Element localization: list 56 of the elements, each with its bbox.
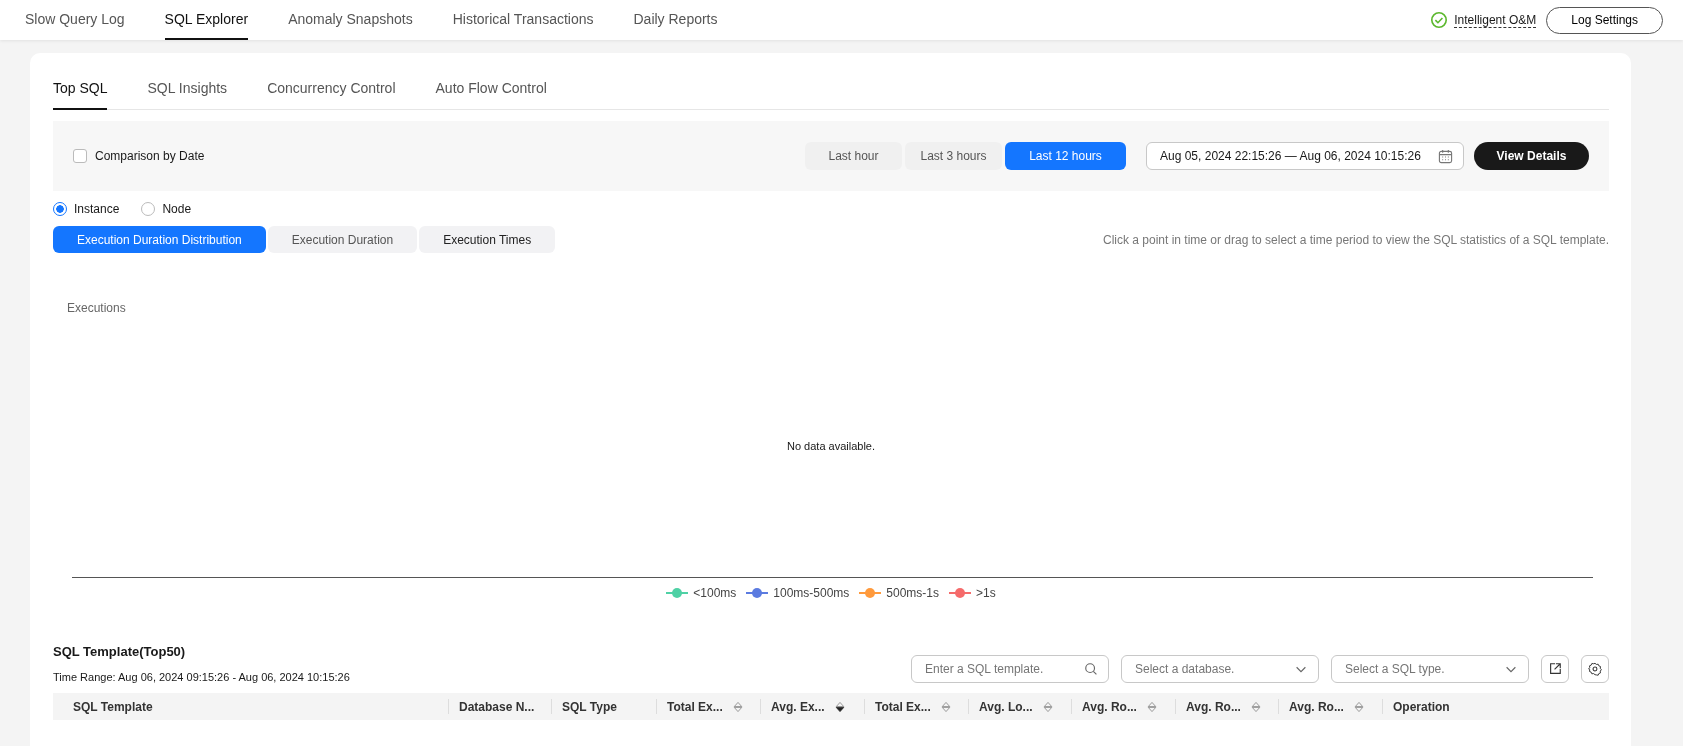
chart-type-tab[interactable]: Execution Duration Distribution: [53, 226, 266, 253]
chart-type-tab[interactable]: Execution Duration: [267, 226, 418, 253]
column-header: Operation: [1393, 699, 1450, 714]
time-range-text: Time Range: Aug 06, 2024 09:15:26 - Aug 06, 2024 10:15:26: [53, 671, 350, 683]
sub-tab[interactable]: Concurrency Control: [267, 53, 396, 110]
section-title: SQL Template(Top50): [53, 644, 187, 659]
external-link-icon: [1548, 662, 1562, 676]
time-range-button[interactable]: Last hour: [805, 142, 902, 170]
nav-tab[interactable]: SQL Explorer: [164, 0, 249, 40]
column-header: Avg. Lo...: [979, 699, 1033, 714]
column-header: SQL Type: [562, 699, 617, 714]
radio-label: Instance: [74, 202, 120, 216]
legend-label: >1s: [976, 586, 996, 600]
legend-label: <100ms: [693, 586, 737, 600]
database-select[interactable]: Select a database.: [1121, 655, 1319, 683]
nav-tab[interactable]: Historical Transactions: [452, 0, 594, 40]
log-settings-button[interactable]: Log Settings: [1546, 6, 1663, 34]
sort-icon[interactable]: [834, 700, 845, 713]
legend-label: 500ms-1s: [886, 586, 940, 600]
axis-label: Executions: [67, 301, 127, 315]
sub-tab[interactable]: Top SQL: [53, 53, 108, 110]
sql-type-select[interactable]: Select a SQL type.: [1331, 655, 1529, 683]
hint-text: Click a point in time or drag to select a time period to view the SQL statistics of a SQL template.: [1103, 232, 1609, 247]
column-header: Total Ex...: [667, 699, 723, 714]
view-details-button[interactable]: View Details: [1474, 142, 1589, 170]
time-range-button[interactable]: Last 12 hours: [1005, 142, 1126, 170]
radio-label: Node: [162, 202, 192, 216]
time-range-button[interactable]: Last 3 hours: [905, 142, 1002, 170]
column-header: Avg. Ro...: [1289, 699, 1344, 714]
radio-button[interactable]: [141, 202, 156, 216]
intelligent-om-link[interactable]: Intelligent O&M: [1454, 12, 1537, 28]
settings-icon: [1588, 662, 1602, 676]
column-header: Avg. Ro...: [1186, 699, 1241, 714]
export-button[interactable]: [1541, 655, 1569, 683]
radio-button[interactable]: [53, 202, 67, 216]
column-header: SQL Template: [73, 699, 153, 714]
nav-tab[interactable]: Slow Query Log: [25, 0, 125, 40]
nav-tab[interactable]: Anomaly Snapshots: [288, 0, 413, 40]
check-circle-icon: [1430, 11, 1449, 29]
nav-tab[interactable]: Daily Reports: [633, 0, 718, 40]
column-header: Total Ex...: [875, 699, 931, 714]
sub-tab[interactable]: SQL Insights: [147, 53, 228, 110]
empty-message: No data available.: [786, 440, 876, 452]
chart-type-tab[interactable]: Execution Times: [419, 226, 556, 253]
sub-tab[interactable]: Auto Flow Control: [435, 53, 547, 110]
checkbox[interactable]: [73, 149, 87, 163]
search-icon: [1084, 662, 1098, 676]
column-header: Database N...: [459, 699, 535, 714]
column-header: Avg. Ex...: [771, 699, 825, 714]
settings-button[interactable]: [1581, 655, 1609, 683]
legend-label: 100ms-500ms: [773, 586, 850, 600]
column-header: Avg. Ro...: [1082, 699, 1137, 714]
calendar-icon: [1438, 148, 1453, 164]
date-range-field[interactable]: Aug 05, 2024 22:15:26 — Aug 06, 2024 10:15:26: [1146, 142, 1464, 170]
search-field[interactable]: Enter a SQL template.: [911, 655, 1109, 683]
checkbox-label: Comparison by Date: [95, 149, 205, 163]
